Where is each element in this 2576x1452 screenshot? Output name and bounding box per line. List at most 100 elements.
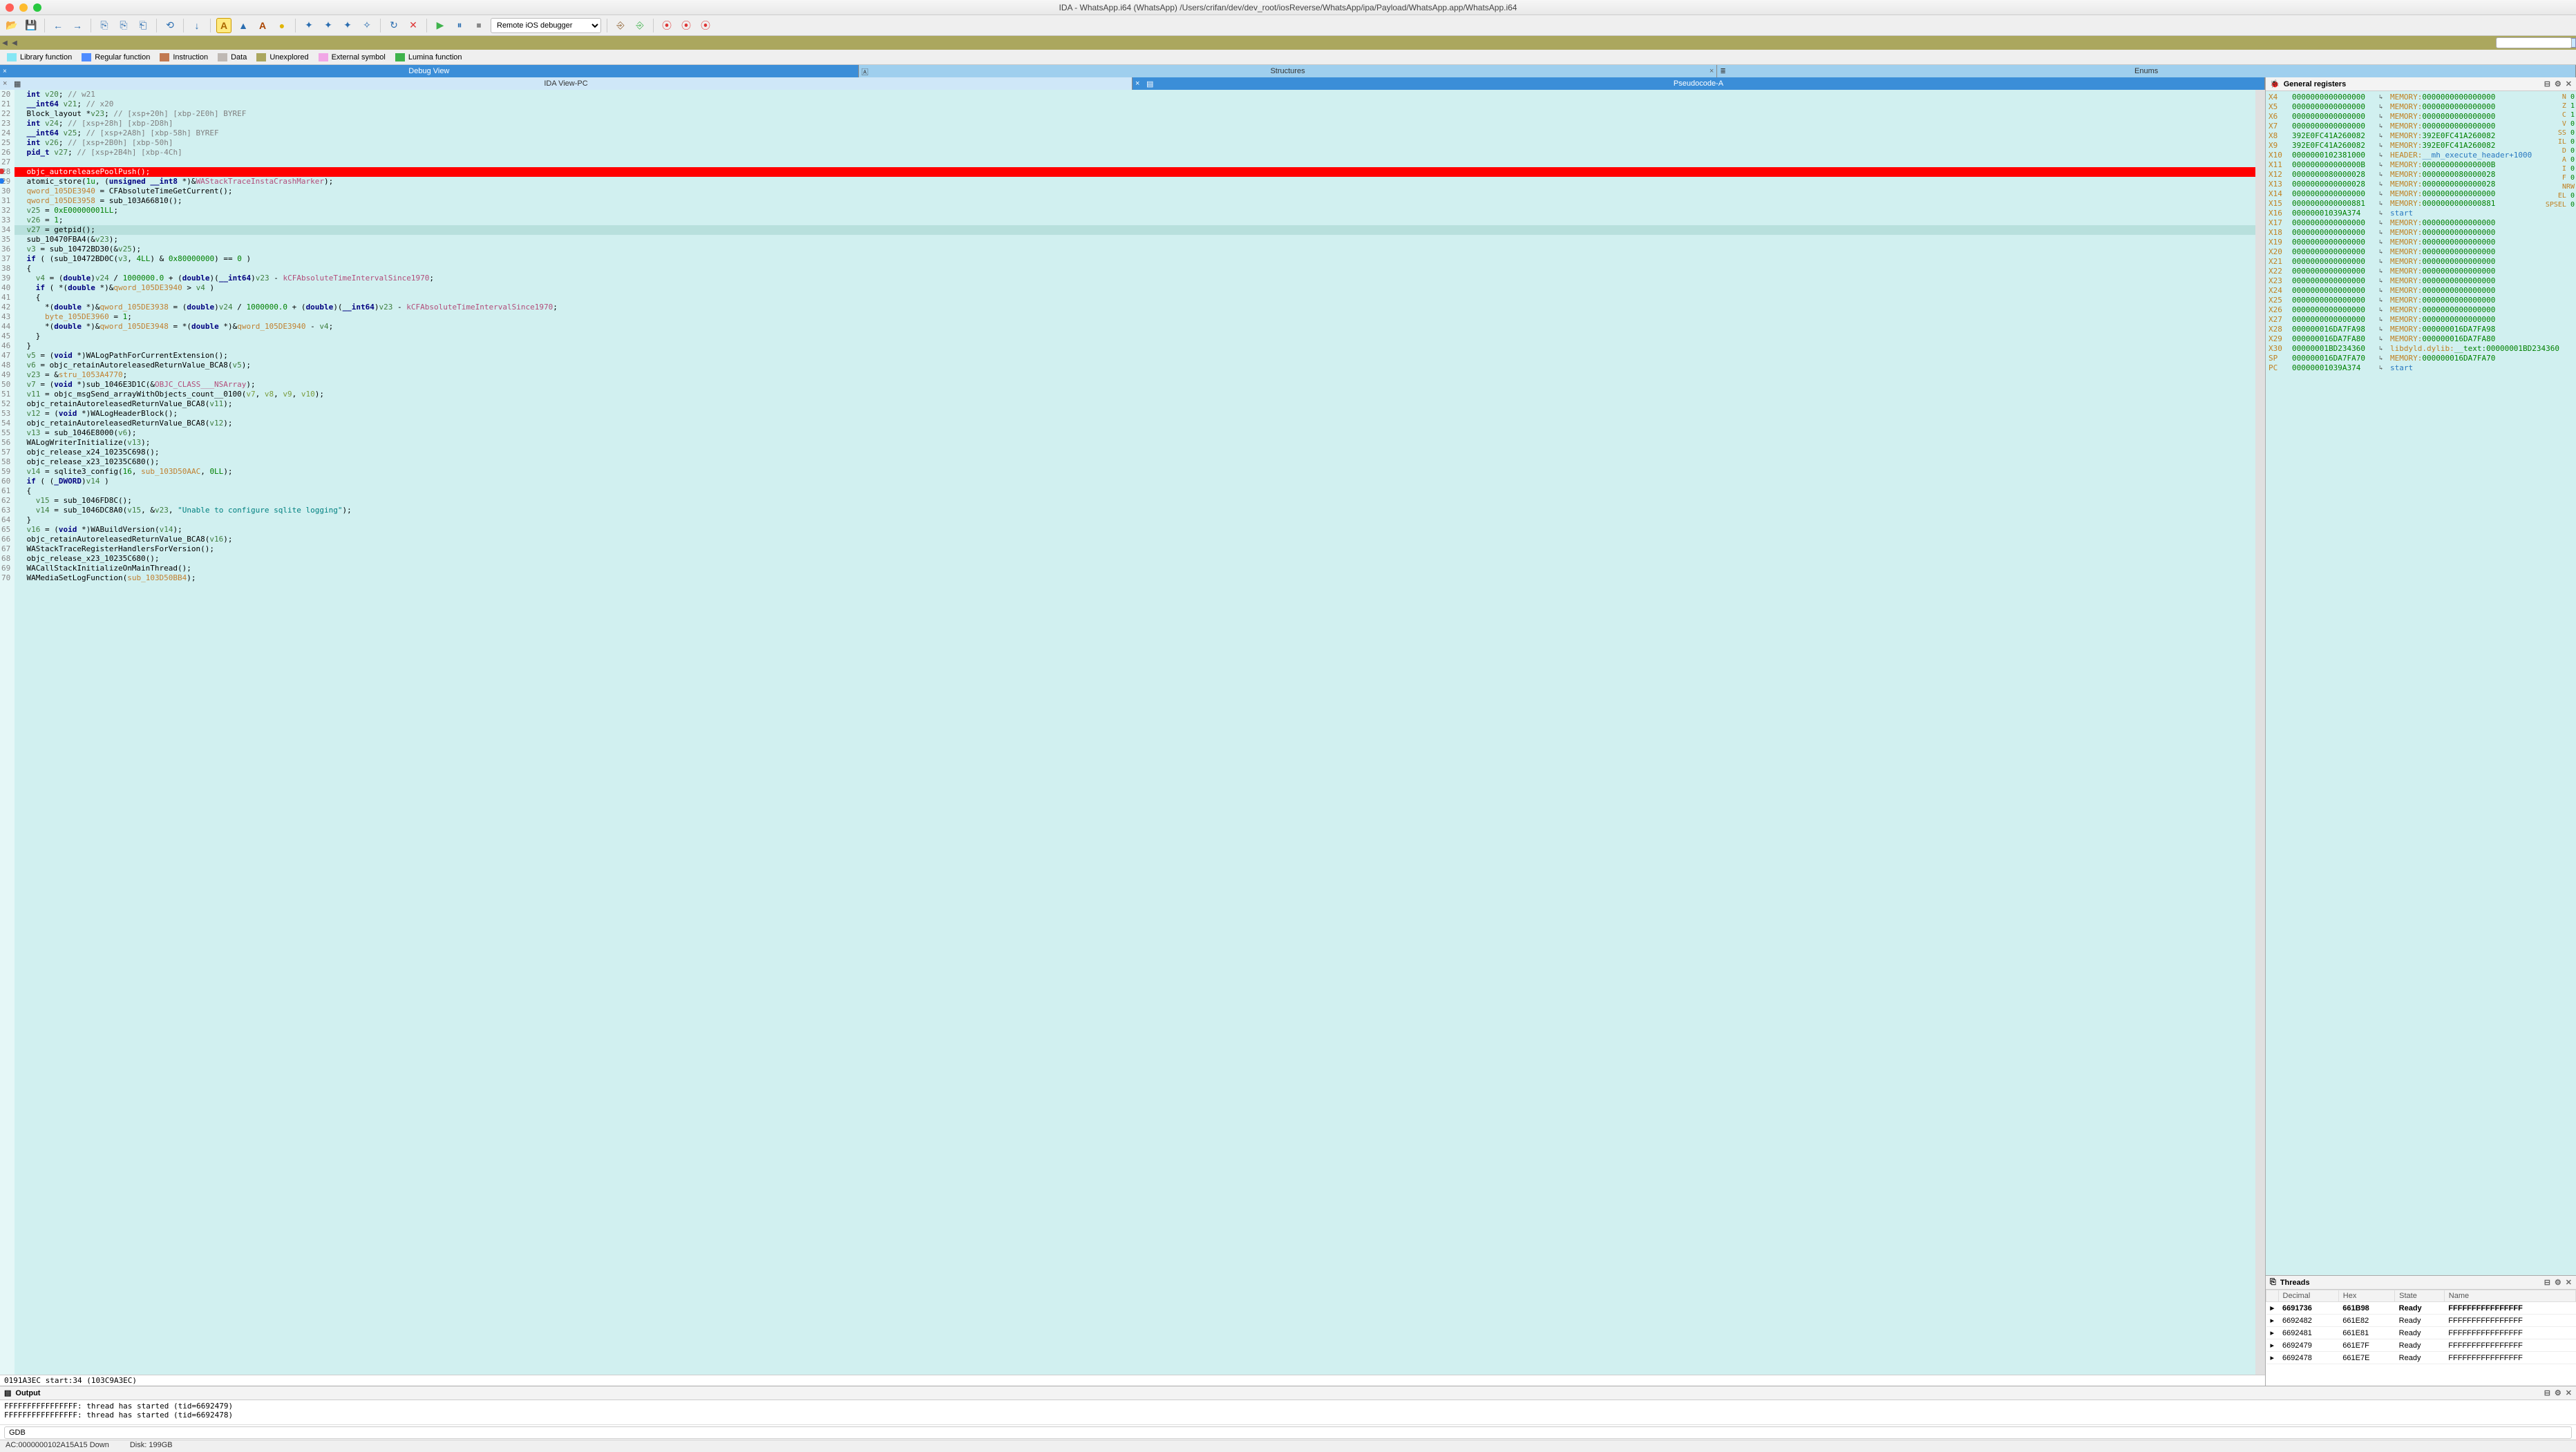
line-number[interactable]: 47 xyxy=(1,351,10,361)
register-row[interactable]: X3000000001BD234360↳libdyld.dylib:__text… xyxy=(2269,344,2573,354)
line-number[interactable]: 35 xyxy=(1,235,10,245)
jump-icon[interactable]: ↳ xyxy=(2379,141,2386,151)
line-number[interactable]: 20 xyxy=(1,90,10,99)
code-line[interactable]: int v26; // [xsp+2B0h] [xbp-50h] xyxy=(15,138,2255,148)
nav-left2-icon[interactable]: ◀ xyxy=(10,39,19,47)
tool-button-7[interactable]: ✦ xyxy=(340,18,355,33)
line-number[interactable]: 70 xyxy=(1,573,10,583)
breakpoint-icon[interactable] xyxy=(0,178,4,184)
code-line[interactable]: v14 = sub_1046DC8A0(v15, &v23, "Unable t… xyxy=(15,506,2255,515)
code-line[interactable]: qword_105DE3940 = CFAbsoluteTimeGetCurre… xyxy=(15,187,2255,196)
step-into-button[interactable]: ↓ xyxy=(189,18,205,33)
tool-button-2[interactable]: ⎘ xyxy=(116,18,131,33)
register-row[interactable]: X270000000000000000↳MEMORY:0000000000000… xyxy=(2269,315,2573,325)
register-row[interactable]: X60000000000000000↳MEMORY:00000000000000… xyxy=(2269,112,2573,122)
line-number[interactable]: 32 xyxy=(1,206,10,216)
column-header[interactable]: Decimal xyxy=(2278,1290,2338,1302)
register-row[interactable]: X140000000000000000↳MEMORY:0000000000000… xyxy=(2269,189,2573,199)
line-number[interactable]: 65 xyxy=(1,525,10,535)
line-number[interactable]: 50 xyxy=(1,380,10,390)
code-line[interactable]: int v20; // w21 xyxy=(15,90,2255,99)
register-row[interactable]: X1600000001039A374↳start xyxy=(2269,209,2573,218)
panel-min-icon[interactable]: ⊟ xyxy=(2544,1388,2550,1397)
code-line[interactable]: objc_release_x24_10235C698(); xyxy=(15,448,2255,457)
line-number[interactable]: 55 xyxy=(1,428,10,438)
code-line[interactable]: objc_retainAutoreleasedReturnValue_BCA8(… xyxy=(15,399,2255,409)
text-box-button[interactable]: A xyxy=(255,18,270,33)
code-line[interactable]: atomic_store(1u, (unsigned __int8 *)&WAS… xyxy=(15,177,2255,187)
line-number[interactable]: 52 xyxy=(1,399,10,409)
code-line[interactable]: if ( *(double *)&qword_105DE3940 > v4 ) xyxy=(15,283,2255,293)
register-row[interactable]: X200000000000000000↳MEMORY:0000000000000… xyxy=(2269,247,2573,257)
column-header[interactable]: State xyxy=(2395,1290,2445,1302)
register-row[interactable]: X100000000102381000↳HEADER:__mh_execute_… xyxy=(2269,151,2573,160)
jump-icon[interactable]: ↳ xyxy=(2379,209,2386,218)
close-icon[interactable]: × xyxy=(3,79,7,88)
code-line[interactable]: v26 = 1; xyxy=(15,216,2255,225)
register-row[interactable]: X40000000000000000↳MEMORY:00000000000000… xyxy=(2269,93,2573,102)
thread-row[interactable]: ▸6692478661E7EReadyFFFFFFFFFFFFFFFF xyxy=(2266,1352,2576,1364)
jump-icon[interactable]: ↳ xyxy=(2379,247,2386,257)
code-line[interactable]: sub_10470FBA4(&v23); xyxy=(15,235,2255,245)
jump-icon[interactable]: ↳ xyxy=(2379,228,2386,238)
line-number[interactable]: 66 xyxy=(1,535,10,544)
line-number[interactable]: 41 xyxy=(1,293,10,303)
jump-icon[interactable]: ↳ xyxy=(2379,189,2386,199)
code-line[interactable]: v12 = (void *)WALogHeaderBlock(); xyxy=(15,409,2255,419)
register-row[interactable]: X28000000016DA7FA98↳MEMORY:000000016DA7F… xyxy=(2269,325,2573,334)
code-line[interactable]: v5 = (void *)WALogPathForCurrentExtensio… xyxy=(15,351,2255,361)
register-row[interactable]: X130000000000000028↳MEMORY:0000000000000… xyxy=(2269,180,2573,189)
breakpoint-list-icon[interactable]: ⦿ xyxy=(659,18,674,33)
jump-icon[interactable]: ↳ xyxy=(2379,151,2386,160)
close-icon[interactable]: × xyxy=(1135,79,1139,88)
forward-button[interactable]: → xyxy=(70,18,85,33)
nav-left-icon[interactable]: ◀ xyxy=(0,39,10,47)
register-row[interactable]: X50000000000000000↳MEMORY:00000000000000… xyxy=(2269,102,2573,112)
register-row[interactable]: X170000000000000000↳MEMORY:0000000000000… xyxy=(2269,218,2573,228)
code-line[interactable]: { xyxy=(15,293,2255,303)
line-number[interactable]: 21 xyxy=(1,99,10,109)
command-input[interactable] xyxy=(4,1426,2572,1439)
line-number[interactable]: 23 xyxy=(1,119,10,128)
register-row[interactable]: X70000000000000000↳MEMORY:00000000000000… xyxy=(2269,122,2573,131)
code-line[interactable]: v13 = sub_1046E8000(v6); xyxy=(15,428,2255,438)
code-line[interactable]: WACallStackInitializeOnMainThread(); xyxy=(15,564,2255,573)
jump-icon[interactable]: ↳ xyxy=(2379,305,2386,315)
code-line[interactable] xyxy=(15,157,2255,167)
panel-settings-icon[interactable]: ⚙ xyxy=(2555,1278,2561,1287)
nav-up-icon[interactable]: ▲ xyxy=(236,18,251,33)
pause-button[interactable]: ⏸ xyxy=(452,18,467,33)
register-row[interactable]: X190000000000000000↳MEMORY:0000000000000… xyxy=(2269,238,2573,247)
line-number[interactable]: 27 xyxy=(1,157,10,167)
line-number[interactable]: 48 xyxy=(1,361,10,370)
panel-close-icon[interactable]: ✕ xyxy=(2566,1278,2572,1287)
line-number[interactable]: 24 xyxy=(1,128,10,138)
thread-row[interactable]: ▸6692479661E7FReadyFFFFFFFFFFFFFFFF xyxy=(2266,1339,2576,1352)
register-row[interactable]: X220000000000000000↳MEMORY:0000000000000… xyxy=(2269,267,2573,276)
maximize-window-button[interactable] xyxy=(33,3,41,12)
line-number[interactable]: 62 xyxy=(1,496,10,506)
code-line[interactable]: byte_105DE3960 = 1; xyxy=(15,312,2255,322)
jump-icon[interactable]: ↳ xyxy=(2379,199,2386,209)
code-line[interactable]: v6 = objc_retainAutoreleasedReturnValue_… xyxy=(15,361,2255,370)
stop-button[interactable]: ⏹ xyxy=(471,18,486,33)
line-number[interactable]: 28 xyxy=(1,167,10,177)
register-row[interactable]: X250000000000000000↳MEMORY:0000000000000… xyxy=(2269,296,2573,305)
panel-close-icon[interactable]: ✕ xyxy=(2566,1388,2572,1397)
code-line[interactable]: if ( (sub_10472BD0C(v3, 4LL) & 0x8000000… xyxy=(15,254,2255,264)
panel-min-icon[interactable]: ⊟ xyxy=(2544,79,2550,88)
line-number[interactable]: 56 xyxy=(1,438,10,448)
code-line[interactable]: qword_105DE3958 = sub_103A66810(); xyxy=(15,196,2255,206)
jump-icon[interactable]: ↳ xyxy=(2379,286,2386,296)
code-line[interactable]: v14 = sqlite3_config(16, sub_103D50AAC, … xyxy=(15,467,2255,477)
tab-structures[interactable]: 🄰 Structures × xyxy=(859,65,1718,77)
line-number[interactable]: 33 xyxy=(1,216,10,225)
jump-icon[interactable]: ↳ xyxy=(2379,315,2386,325)
code-line[interactable]: objc_autoreleasePoolPush(); xyxy=(15,167,2255,177)
line-number[interactable]: 67 xyxy=(1,544,10,554)
code-line[interactable]: *(double *)&qword_105DE3938 = (double)v2… xyxy=(15,303,2255,312)
code-line[interactable]: WAStackTraceRegisterHandlersForVersion()… xyxy=(15,544,2255,554)
line-number[interactable]: 43 xyxy=(1,312,10,322)
panel-min-icon[interactable]: ⊟ xyxy=(2544,1278,2550,1287)
jump-icon[interactable]: ↳ xyxy=(2379,238,2386,247)
